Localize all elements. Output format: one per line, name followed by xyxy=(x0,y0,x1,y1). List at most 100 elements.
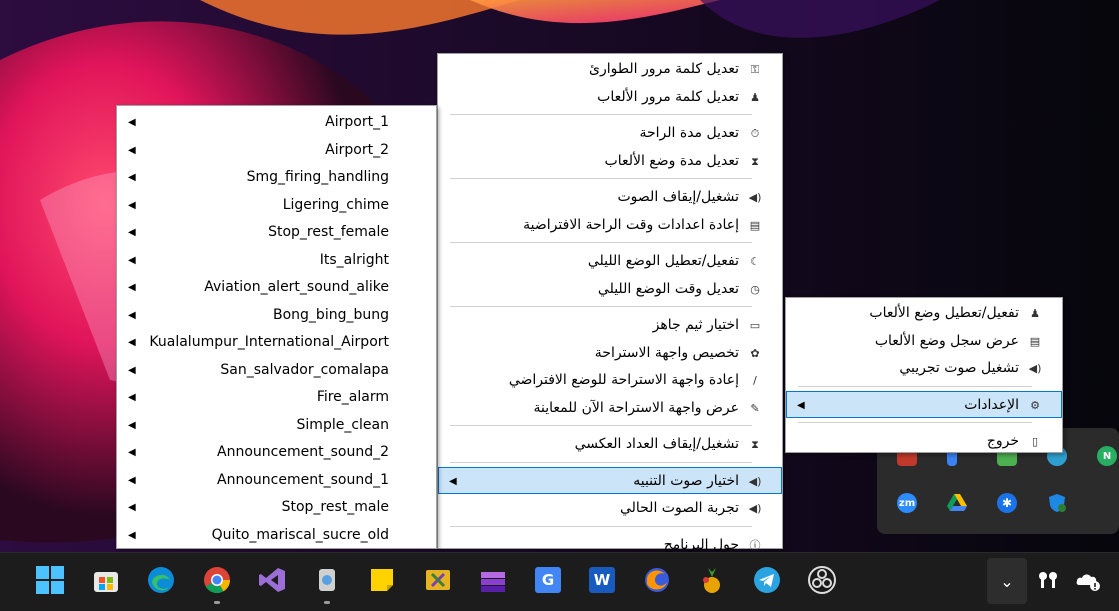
edge-icon[interactable] xyxy=(146,565,176,595)
network-status-icon[interactable] xyxy=(1073,565,1103,595)
firefox-icon[interactable] xyxy=(642,565,672,595)
menu-item[interactable]: ⧗ تعديل مدة وضع الألعاب xyxy=(438,147,782,175)
menu-separator xyxy=(450,306,752,307)
speaker-icon: ◀) xyxy=(748,191,762,204)
menu-item[interactable]: ◀) تشغيل صوت تجريبي xyxy=(786,354,1062,382)
menu-item-label: إعادة واجهة الاستراحة للوضع الافتراضي xyxy=(508,372,739,388)
sound-option[interactable]: ◀ Announcement_sound_1 xyxy=(117,466,436,494)
submenu-arrow-icon: ◀ xyxy=(128,502,136,513)
sound-option[interactable]: ◀ Airport_2 xyxy=(117,136,436,164)
telegram-icon[interactable] xyxy=(752,565,782,595)
sound-option-label: Aviation_alert_sound_alike xyxy=(204,279,389,295)
sound-option[interactable]: ◀ Kualalumpur_International_Airport xyxy=(117,328,436,356)
translate-glyph: G xyxy=(535,567,561,593)
pineapple-app-icon[interactable] xyxy=(697,565,727,595)
sound-option[interactable]: ◀ Smg_firing_handling xyxy=(117,163,436,191)
sound-option[interactable]: ◀ Fire_alarm xyxy=(117,383,436,411)
menu-separator xyxy=(450,178,752,179)
menu-item[interactable]: ☾ تفعيل/تعطيل الوضع الليلي xyxy=(438,247,782,275)
menu-separator xyxy=(450,114,752,115)
sound-option[interactable]: ◀ Simple_clean xyxy=(117,411,436,439)
sticky-notes-icon[interactable] xyxy=(367,565,397,595)
menu-item[interactable]: ♟ تعديل كلمة مرور الألعاب xyxy=(438,83,782,111)
menu-item-label: تشغيل/إيقاف الصوت xyxy=(617,189,740,205)
submenu-arrow-icon: ◀ xyxy=(128,282,136,293)
menu-item[interactable]: / إعادة واجهة الاستراحة للوضع الافتراضي xyxy=(438,366,782,394)
menu-item[interactable]: ⏱ تعديل مدة الراحة xyxy=(438,119,782,147)
word-glyph: W xyxy=(589,567,615,593)
menu-separator xyxy=(450,242,752,243)
reset-icon: ▤ xyxy=(749,218,761,232)
palette-icon: ✿ xyxy=(750,346,760,360)
menu-item[interactable]: ▭ اختيار ثيم جاهز xyxy=(438,311,782,339)
stack-app-icon[interactable] xyxy=(478,565,508,595)
sound-option[interactable]: ◀ Airport_1 xyxy=(117,108,436,136)
sound-option[interactable]: ◀ Quito_mariscal_sucre_old xyxy=(117,521,436,549)
obs-icon[interactable] xyxy=(807,565,837,595)
chrome-icon[interactable] xyxy=(202,565,232,595)
gear-icon: ⚙ xyxy=(1030,398,1040,412)
moon-icon: ☾ xyxy=(750,255,760,268)
windows-security-icon[interactable] xyxy=(1047,493,1067,513)
menu-item[interactable]: ⚙ ◀ الإعدادات xyxy=(786,390,1062,418)
pen-icon: ✎ xyxy=(750,401,760,415)
menu-item[interactable]: ◀) ◀ اختيار صوت التنبيه xyxy=(438,466,782,494)
microsoft-store-icon[interactable] xyxy=(91,565,121,595)
start-button[interactable] xyxy=(35,565,65,595)
menu-item[interactable]: ✿ تخصيص واجهة الاستراحة xyxy=(438,339,782,367)
menu-item[interactable]: ◀) تجربة الصوت الحالي xyxy=(438,494,782,522)
word-icon[interactable]: W xyxy=(587,565,617,595)
google-drive-icon[interactable] xyxy=(947,493,967,513)
sound-option-label: Airport_2 xyxy=(325,141,389,158)
sound-option[interactable]: ◀ Aviation_alert_sound_alike xyxy=(117,273,436,301)
menu-item[interactable]: ▤ عرض سجل وضع الألعاب xyxy=(786,327,1062,355)
sound-option-label: Quito_mariscal_sucre_old xyxy=(211,526,389,543)
menu-item[interactable]: ▤ إعادة اعدادات وقت الراحة الافتراضية xyxy=(438,211,782,239)
menu-item[interactable]: ⧗ تشغيل/إيقاف العداد العكسي xyxy=(438,430,782,458)
sound-option[interactable]: ◀ Stop_rest_female xyxy=(117,218,436,246)
menu-item-label: إعادة اعدادات وقت الراحة الافتراضية xyxy=(523,216,739,233)
sound-option[interactable]: ◀ Announcement_sound_2 xyxy=(117,438,436,466)
tray-context-menu: ♟ تفعيل/تعطيل وضع الألعاب ▤ عرض سجل وضع الأ… xyxy=(785,297,1063,453)
zoom-icon[interactable]: zm xyxy=(897,493,917,513)
translate-icon[interactable]: G xyxy=(533,565,563,595)
submenu-arrow-icon: ◀ xyxy=(128,364,136,376)
menu-item-label: تخصيص واجهة الاستراحة xyxy=(594,344,739,361)
menu-item[interactable]: ✎ عرض واجهة الاستراحة الآن للمعاينة xyxy=(438,394,782,422)
gamepad-icon: ♟ xyxy=(1030,307,1040,320)
submenu-arrow-icon: ◀ xyxy=(128,254,136,266)
timer-icon: ⧗ xyxy=(751,438,759,451)
sound-option-label: Stop_rest_female xyxy=(268,224,389,240)
clock-icon: ◷ xyxy=(750,282,760,296)
play-sound-icon: ◀) xyxy=(748,502,762,515)
show-hidden-icons-button[interactable]: ⌄ xyxy=(987,558,1027,604)
sound-option[interactable]: ◀ San_salvador_comalapa xyxy=(117,356,436,384)
sound-option[interactable]: ◀ Ligering_chime xyxy=(117,191,436,219)
tools-icon[interactable] xyxy=(423,565,453,595)
exit-icon: ▯ xyxy=(1031,435,1039,448)
key-icon: ⚿ xyxy=(750,63,760,76)
menu-item-label: تفعيل/تعطيل الوضع الليلي xyxy=(587,253,739,269)
menu-item[interactable]: ◷ تعديل وقت الوضع الليلي xyxy=(438,275,782,303)
tray-icon-partial-5[interactable]: N xyxy=(1097,446,1117,466)
alert-sound-submenu: ◀ Airport_1 ◀ Airport_2 ◀ Smg_firing_handling… xyxy=(116,105,437,549)
submenu-arrow-icon: ◀ xyxy=(128,227,136,238)
visual-studio-icon[interactable] xyxy=(257,565,287,595)
menu-item[interactable]: ♟ تفعيل/تعطيل وضع الألعاب xyxy=(786,299,1062,327)
submenu-arrow-icon: ◀ xyxy=(128,337,136,348)
sound-option[interactable]: ◀ Bong_bing_bung xyxy=(117,301,436,329)
app-icon[interactable] xyxy=(312,565,342,595)
submenu-arrow-icon: ◀ xyxy=(128,172,136,183)
menu-item-label: تعديل كلمة مرور الطوارئ xyxy=(589,61,739,77)
menu-item[interactable]: ◀) تشغيل/إيقاف الصوت xyxy=(438,183,782,211)
bluetooth-icon[interactable]: ✱ xyxy=(997,493,1017,513)
sound-option[interactable]: ◀ Stop_rest_male xyxy=(117,493,436,521)
menu-separator xyxy=(798,422,1032,423)
menu-item-label: عرض واجهة الاستراحة الآن للمعاينة xyxy=(533,399,739,416)
earbuds-icon[interactable] xyxy=(1033,565,1063,595)
menu-item[interactable]: ⚿ تعديل كلمة مرور الطوارئ xyxy=(438,55,782,83)
menu-item-label: تفعيل/تعطيل وضع الألعاب xyxy=(869,305,1019,321)
log-icon: ▤ xyxy=(1029,334,1041,348)
menu-item[interactable]: ▯ خروج xyxy=(786,427,1062,455)
sound-option[interactable]: ◀ Its_alright xyxy=(117,246,436,274)
